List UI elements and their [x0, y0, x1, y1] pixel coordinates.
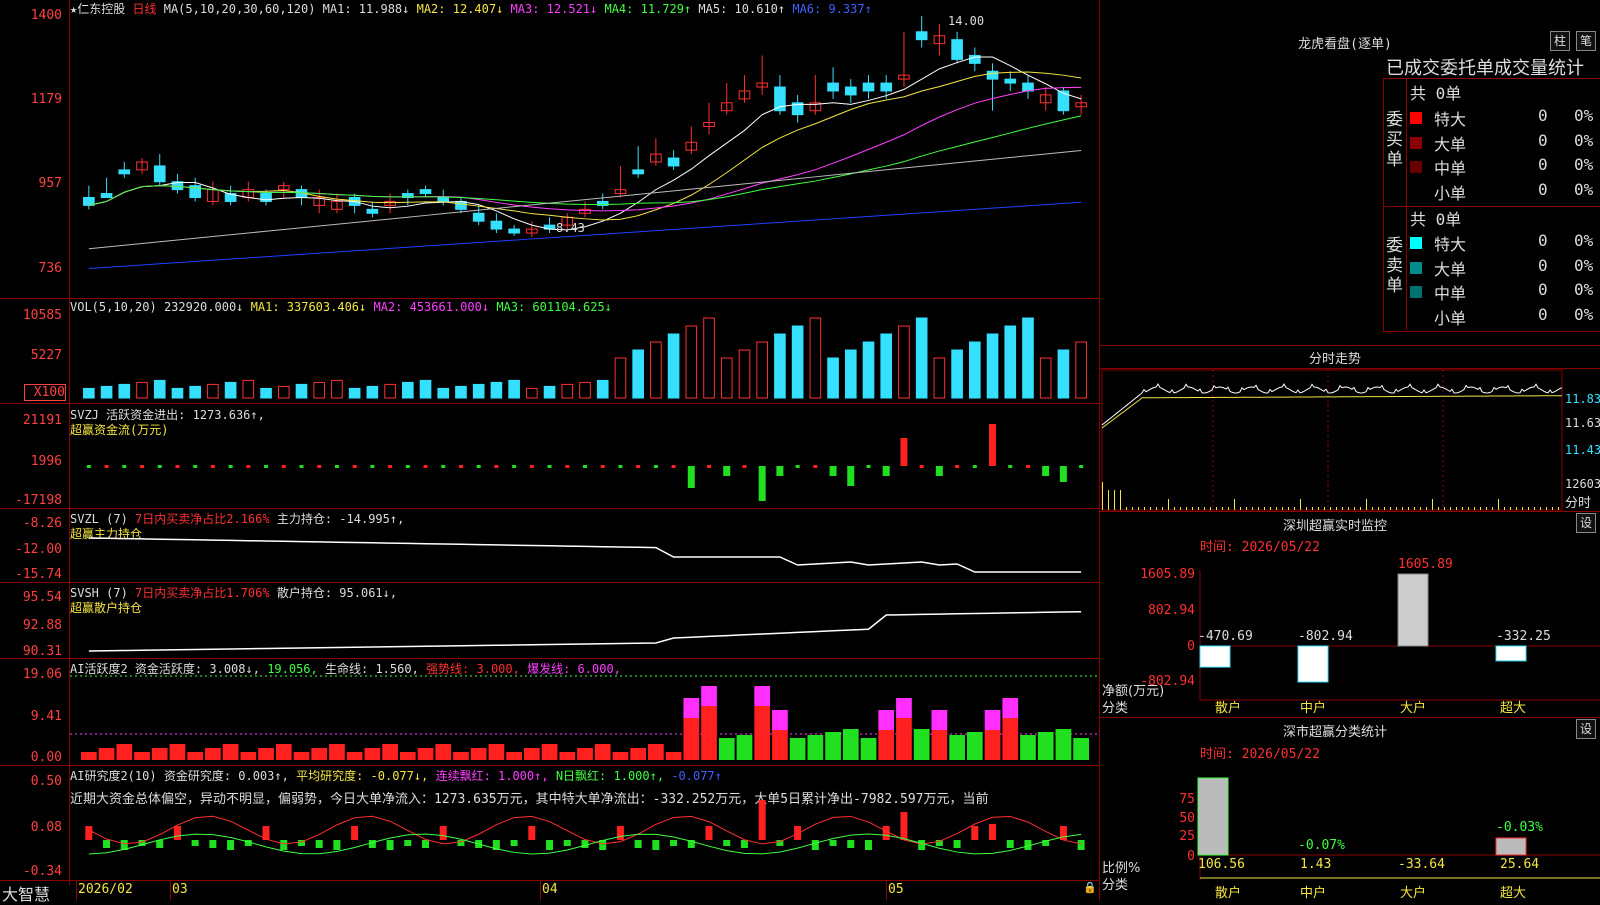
ai2-bar	[421, 840, 429, 848]
ai2-bar	[315, 840, 323, 848]
ai2-bar	[989, 824, 997, 840]
ai2-bar	[404, 840, 412, 846]
ai2-bar	[191, 840, 199, 846]
date-label-4: 05	[888, 882, 904, 897]
ai2-bar	[156, 840, 164, 848]
ai2-bar	[85, 826, 93, 840]
stat-top-2: -0.03%	[1496, 820, 1543, 835]
stat-value-3: -33.64	[1398, 857, 1445, 872]
ai2-bar	[953, 840, 961, 848]
ai2-bar	[439, 826, 447, 840]
ai2-research-line	[88, 815, 1082, 845]
ai2-bar	[882, 826, 890, 840]
right-panel: 龙虎看盘(逐单) 柱 笔 已成交委托单成交量统计 委买单 委卖单 共 0单 共 …	[1100, 0, 1600, 901]
ai2-bar	[333, 840, 341, 850]
ai2-bar	[900, 812, 908, 840]
stat-bar-4	[1495, 837, 1527, 856]
ai2-bar	[670, 840, 678, 846]
ai2-bar	[563, 840, 571, 846]
stat-cat-4: 超大	[1500, 886, 1527, 901]
ai2-bar	[173, 826, 181, 840]
ai2-bar	[918, 840, 926, 850]
ai2-bar	[1006, 840, 1014, 848]
ai2-bar	[510, 840, 518, 846]
ai2-bar	[652, 840, 660, 850]
ai2-bar	[280, 840, 288, 850]
date-label-2: 03	[172, 882, 188, 897]
ai2-bar	[616, 826, 624, 840]
ai2-bar	[634, 840, 642, 848]
ai2-bar	[811, 840, 819, 850]
date-bar: 大智慧 2026/02 03 04 05 🔒	[0, 881, 1100, 904]
stat-value-2: 1.43	[1300, 857, 1332, 872]
ai2-bar	[740, 840, 748, 848]
ai2-bar	[351, 826, 359, 840]
stat-cat-1: 散户	[1215, 886, 1242, 901]
ai2-bar	[1077, 840, 1085, 850]
date-label-3: 04	[542, 882, 558, 897]
ai2-bar	[847, 840, 855, 848]
ai2-bar	[829, 840, 837, 846]
stat-value-1: 106.56	[1198, 857, 1245, 872]
stat-cat-2: 中户	[1300, 886, 1327, 901]
ai2-bar	[758, 800, 766, 840]
ai2-bar	[103, 840, 111, 848]
ai2-bar	[386, 840, 394, 850]
stat-bar-1	[1197, 777, 1229, 856]
ai2-bar	[209, 840, 217, 848]
ai2-bar	[581, 840, 589, 848]
date-label-1: 2026/02	[78, 882, 133, 897]
stat-chart[interactable]	[1100, 0, 1600, 900]
stat-cat-3: 大户	[1400, 886, 1427, 901]
stat-value-4: 25.64	[1500, 857, 1540, 872]
ai2-bar	[227, 840, 235, 850]
ai2-bar	[971, 826, 979, 840]
app-logo: 大智慧	[2, 885, 51, 904]
lock-icon[interactable]: 🔒	[1083, 881, 1097, 894]
ai2-bar	[705, 826, 713, 840]
ai2-bar	[528, 826, 536, 840]
ai2-chart[interactable]	[0, 0, 1100, 900]
ai2-bar	[723, 840, 731, 846]
stat-top-1: -0.07%	[1298, 838, 1345, 853]
main-chart-area[interactable]: ★仁东控股 日线 MA(5,10,20,30,60,120) MA1: 11.9…	[0, 0, 1100, 900]
ai2-bar	[368, 840, 376, 848]
ai2-bar	[864, 840, 872, 850]
ai2-bar	[546, 840, 554, 850]
